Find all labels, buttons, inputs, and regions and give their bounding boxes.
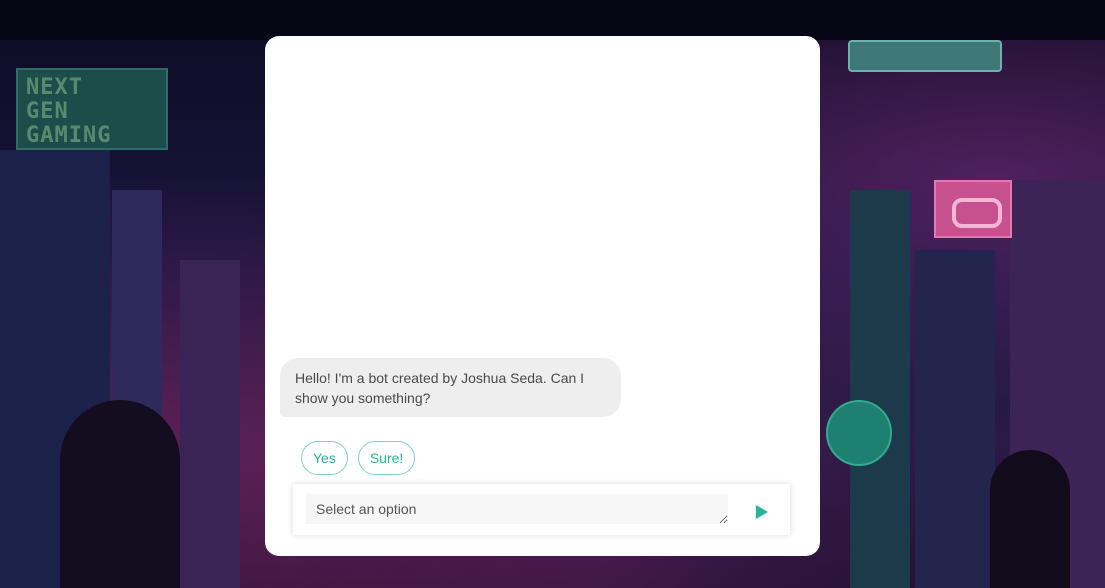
message-input[interactable] — [306, 494, 728, 524]
quick-reply-options: Yes Sure! — [301, 441, 416, 475]
bot-message-text: Hello! I'm a bot created by Joshua Seda.… — [295, 370, 585, 406]
neon-sign-line-1: NEXT — [26, 75, 83, 100]
background-tower — [850, 190, 910, 588]
background-round-sign — [826, 400, 892, 466]
bot-message-bubble: Hello! I'm a bot created by Joshua Seda.… — [280, 358, 621, 417]
background-figure-silhouette-right — [990, 450, 1070, 588]
background-top-sign — [848, 40, 1002, 72]
option-sure-button[interactable]: Sure! — [357, 441, 416, 475]
send-button[interactable] — [747, 496, 777, 522]
background-building-left-3 — [180, 260, 240, 588]
chat-window: Hello! I'm a bot created by Joshua Seda.… — [265, 36, 820, 556]
option-yes-button[interactable]: Yes — [301, 441, 348, 475]
neon-sign-line-2: GEN — [26, 99, 69, 124]
send-triangle-icon — [756, 504, 768, 519]
message-composer — [293, 484, 790, 535]
neon-sign-line-3: GAMING — [26, 123, 112, 148]
gamepad-sign-icon — [934, 180, 1012, 238]
background-building-right — [915, 250, 995, 588]
background-sky — [0, 0, 1105, 40]
background-figure-silhouette — [60, 400, 180, 588]
neon-sign-next-gen-gaming: NEXT GEN GAMING — [16, 68, 168, 150]
